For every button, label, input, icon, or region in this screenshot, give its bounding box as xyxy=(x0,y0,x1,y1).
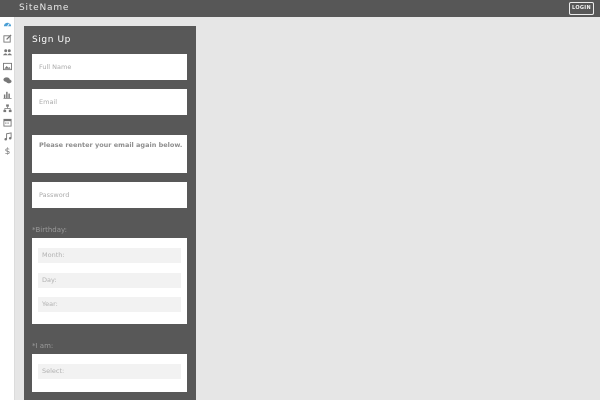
dollar-icon[interactable]: $ xyxy=(3,146,12,155)
birthday-label: *Birthday: xyxy=(32,226,68,234)
gender-select[interactable]: Select: xyxy=(38,364,181,379)
password-placeholder: Password xyxy=(39,191,70,199)
chat-icon[interactable] xyxy=(3,76,12,85)
image-icon[interactable] xyxy=(3,62,12,71)
reenter-email-placeholder: Please reenter your email again below. xyxy=(39,141,183,149)
birthday-group: Month: Day: Year: xyxy=(32,238,187,324)
users-icon[interactable] xyxy=(3,48,12,57)
music-icon[interactable] xyxy=(3,132,12,141)
bar-chart-icon[interactable] xyxy=(3,90,12,99)
calendar-icon[interactable] xyxy=(3,118,12,127)
i-am-group: Select: xyxy=(32,354,187,392)
sitemap-icon[interactable] xyxy=(3,104,12,113)
signup-title: Sign Up xyxy=(32,35,71,45)
full-name-placeholder: Full Name xyxy=(39,63,72,71)
password-field[interactable]: Password xyxy=(32,182,187,208)
month-select[interactable]: Month: xyxy=(38,248,181,263)
signup-panel: Sign Up Full Name Email Please reenter y… xyxy=(24,26,196,400)
email-field[interactable]: Email xyxy=(32,89,187,115)
site-name[interactable]: SiteName xyxy=(19,3,69,13)
full-name-field[interactable]: Full Name xyxy=(32,54,187,80)
reenter-email-textarea[interactable]: Please reenter your email again below. xyxy=(32,135,187,173)
day-select[interactable]: Day: xyxy=(38,273,181,288)
top-bar: SiteName LOGIN xyxy=(0,0,600,17)
login-button[interactable]: LOGIN xyxy=(569,2,594,15)
email-placeholder: Email xyxy=(39,98,58,106)
dashboard-icon[interactable] xyxy=(3,20,12,29)
year-select[interactable]: Year: xyxy=(38,297,181,312)
side-nav: $ xyxy=(0,17,15,400)
pencil-square-icon[interactable] xyxy=(3,34,12,43)
i-am-label: *I am: xyxy=(32,342,54,350)
svg-text:$: $ xyxy=(5,147,11,155)
